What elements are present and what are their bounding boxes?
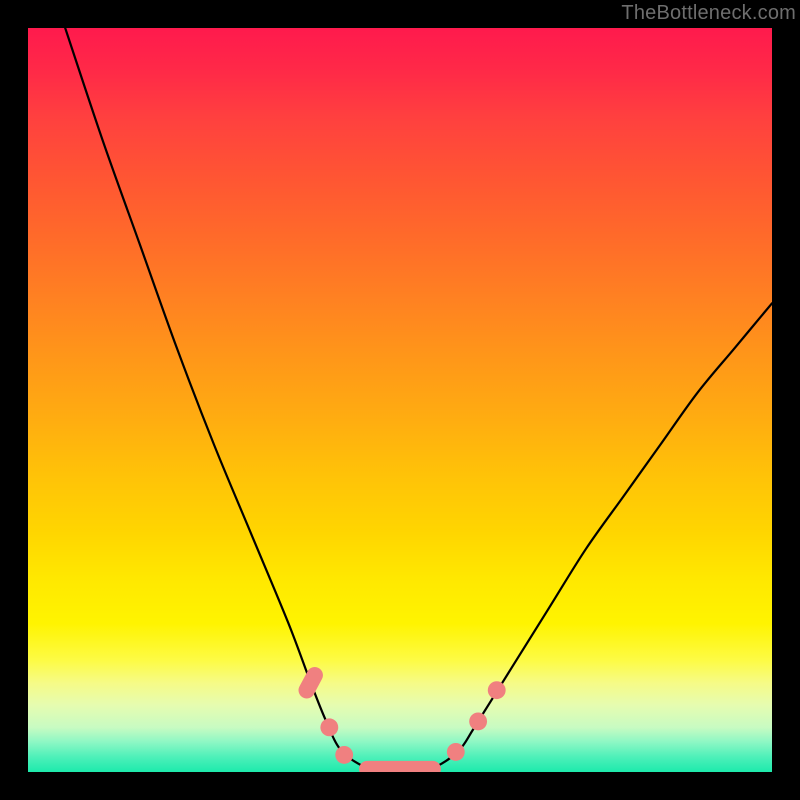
curve-marker: [359, 761, 441, 772]
curve-marker: [488, 681, 506, 699]
chart-frame: TheBottleneck.com: [0, 0, 800, 800]
marker-layer: [296, 664, 506, 772]
curve-marker: [335, 746, 353, 764]
curve-marker: [469, 712, 487, 730]
curve-marker: [296, 664, 326, 701]
curve-marker: [320, 718, 338, 736]
curve-svg: [28, 28, 772, 772]
curve-path: [65, 28, 772, 772]
curve-marker: [447, 743, 465, 761]
watermark-text: TheBottleneck.com: [621, 2, 796, 25]
plot-area: [28, 28, 772, 772]
